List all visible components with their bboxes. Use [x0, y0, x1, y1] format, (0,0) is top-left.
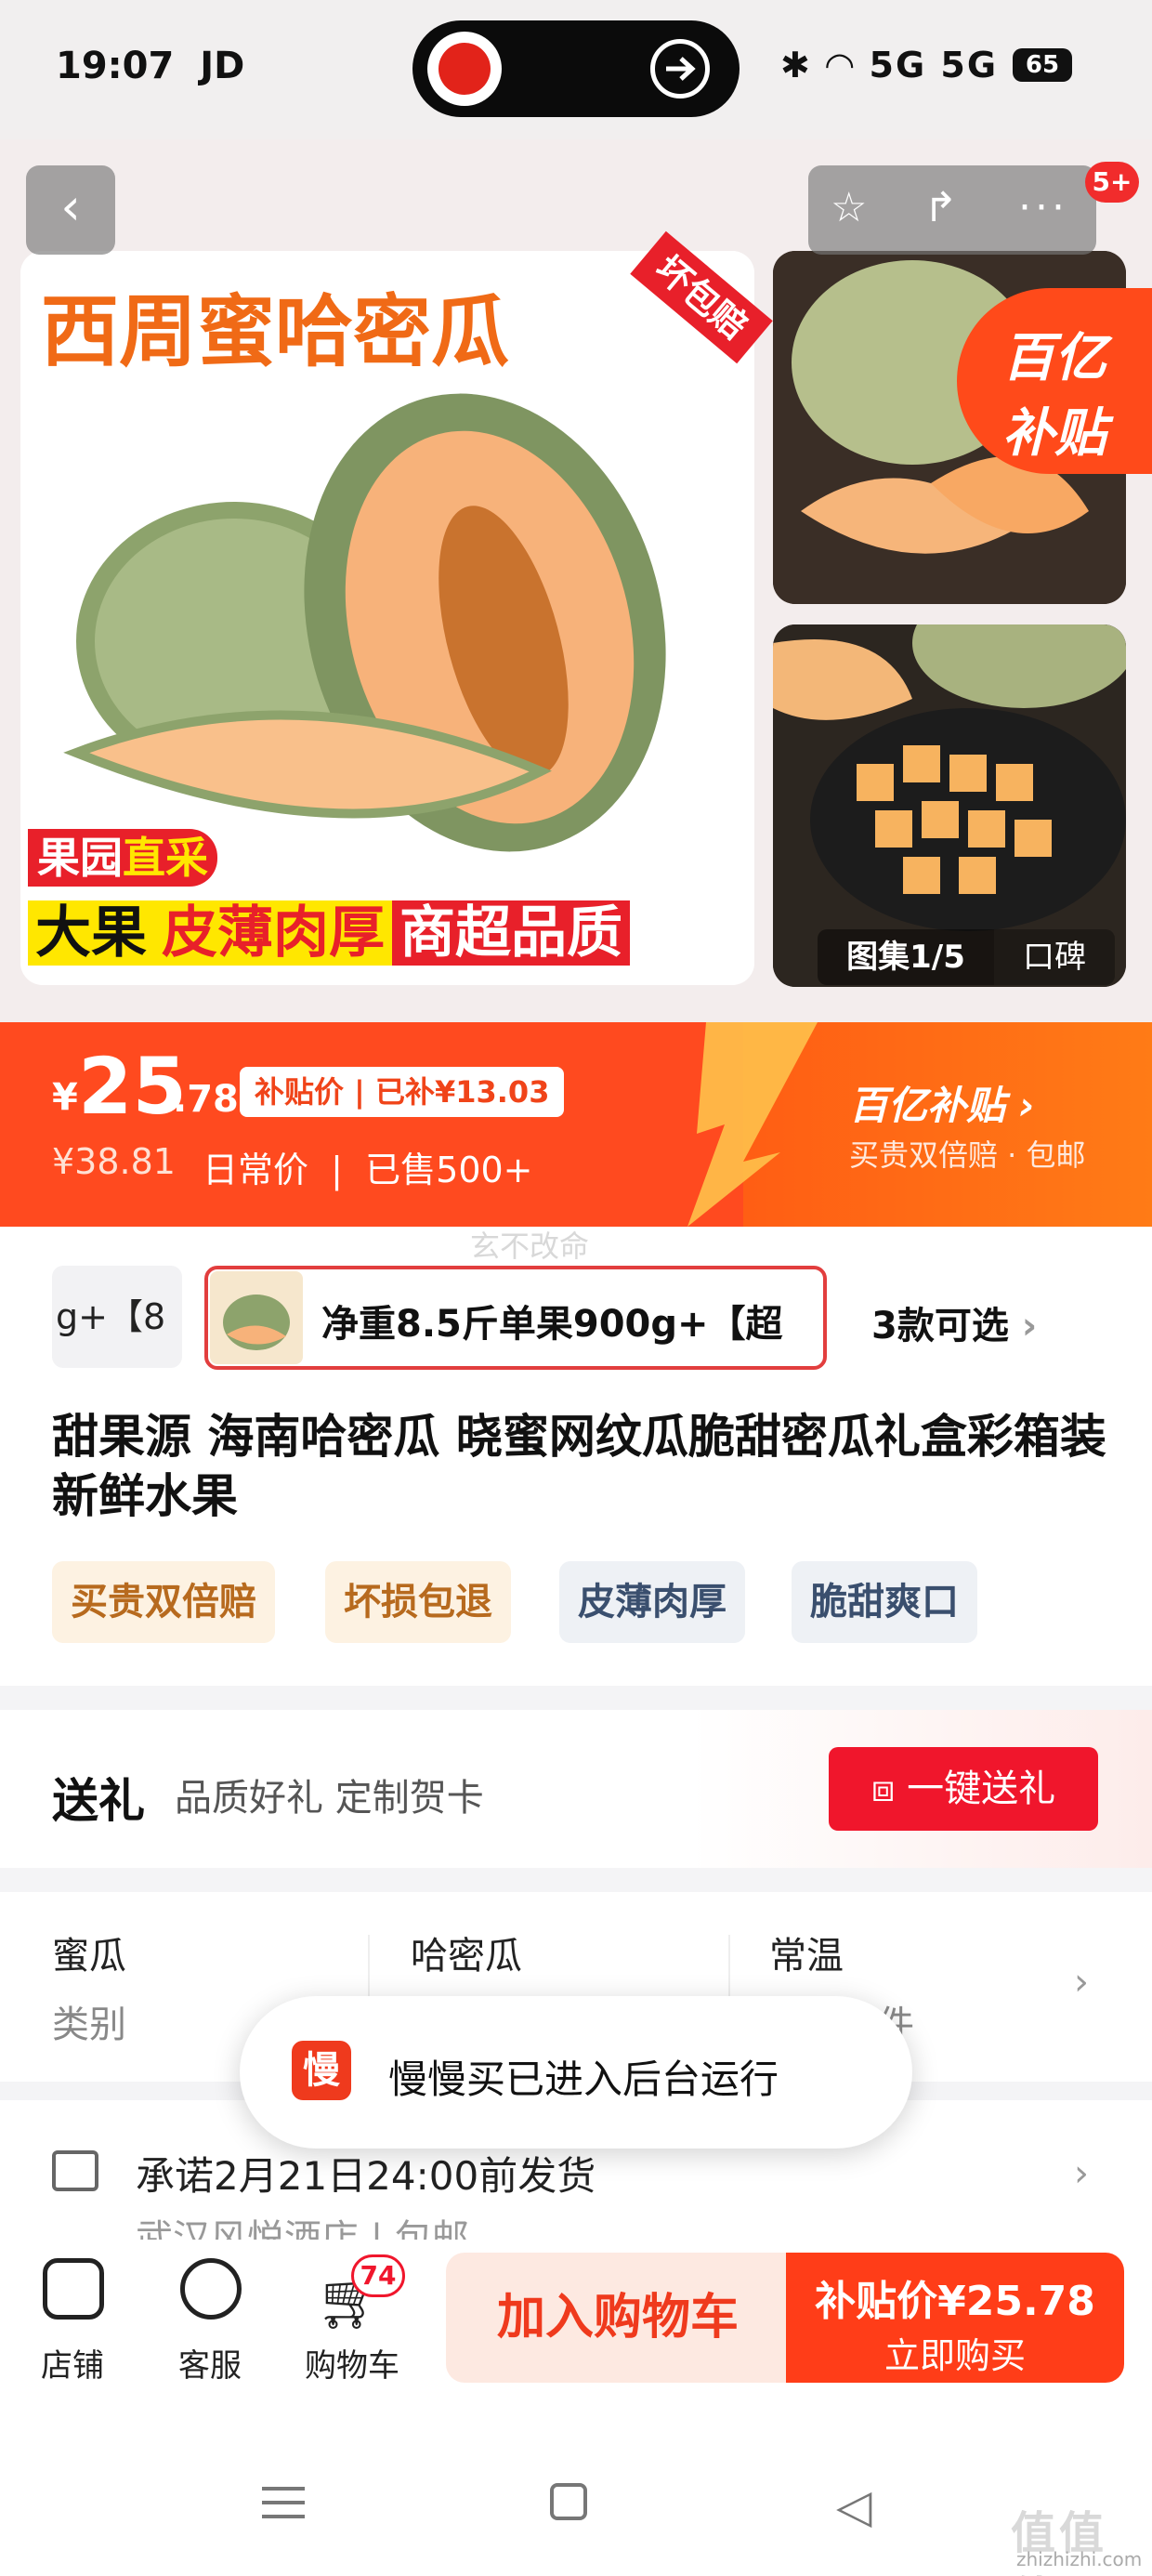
variant-thumbnail: [210, 1271, 303, 1364]
signal-icons: ✱ ◠ 5G 5G: [780, 45, 999, 85]
send-gift-button[interactable]: ⧈ 一键送礼: [829, 1747, 1098, 1831]
album-counter[interactable]: 图集1/5 口碑: [818, 929, 1124, 985]
attr-value-category: 蜜瓜: [52, 1935, 126, 1978]
status-time: 19:07 JD: [56, 45, 245, 87]
section-divider: [0, 1686, 1152, 1710]
attr-value-storage: 常温: [769, 1935, 844, 1978]
customer-service-icon[interactable]: [180, 2258, 242, 2320]
cart-label[interactable]: 购物车: [305, 2340, 399, 2385]
variant-selected-label: 净重8.5斤单果900g+【超: [321, 1303, 783, 1346]
more-icon[interactable]: ···: [1018, 184, 1068, 231]
chevron-right-icon[interactable]: ›: [1074, 2152, 1089, 2195]
recent-apps-icon[interactable]: [262, 2487, 305, 2518]
add-to-cart-button[interactable]: 加入购物车: [446, 2253, 790, 2383]
gift-icon: ⧈: [871, 1768, 908, 1810]
store-icon[interactable]: [43, 2258, 104, 2320]
main-image-headline: 西周蜜哈密瓜: [41, 286, 510, 377]
jd-mascot-icon: [439, 43, 491, 95]
customer-service-label[interactable]: 客服: [178, 2340, 242, 2385]
share-icon[interactable]: ↱: [923, 184, 958, 231]
gift-subtitle: 品质好礼 定制贺卡: [175, 1777, 484, 1820]
top-actions[interactable]: ☆ ↱ ···: [808, 165, 1096, 255]
favorite-star-icon[interactable]: ☆: [831, 184, 867, 231]
back-button[interactable]: ‹: [26, 165, 115, 255]
reviews-tab[interactable]: 口碑: [994, 929, 1115, 985]
buy-now-label: 立即购买: [884, 2335, 1026, 2376]
billion-subsidy-logo[interactable]: 百亿补贴 ›: [849, 1074, 1035, 1131]
gift-title: 送礼: [52, 1774, 145, 1828]
promo-line-2: 大果 皮薄肉厚 商超品质: [28, 892, 630, 974]
daily-price-and-sold: 日常价 | 已售500+: [203, 1150, 533, 1190]
price-decimal: .78: [173, 1078, 239, 1121]
back-triangle-icon[interactable]: ◁: [836, 2479, 871, 2533]
cart-count-badge: 74: [351, 2254, 405, 2297]
tag-damage-refund: 坏损包退: [325, 1561, 511, 1643]
delivery-truck-icon: [52, 2150, 98, 2191]
user-watermark: 玄不改命: [470, 1229, 590, 1264]
chevron-right-icon: ›: [1021, 1305, 1038, 1347]
variant-option-prev[interactable]: g+【8: [52, 1266, 182, 1368]
battery-icon: 65: [1013, 48, 1072, 82]
buy-now-price: 补贴价¥25.78: [815, 2278, 1095, 2325]
attr-key-category: 类别: [52, 2004, 126, 2046]
original-price: ¥38.81: [52, 1141, 176, 1182]
notification-badge: 5+: [1085, 162, 1139, 203]
tag-crisp-sweet: 脆甜爽口: [792, 1561, 977, 1643]
section-divider: [0, 1868, 1152, 1892]
product-title: 甜果源 海南哈密瓜 晓蜜网纹瓜脆甜密瓜礼盒彩箱装 新鲜水果: [52, 1410, 1106, 1523]
site-watermark-url: zhizhizhi.com: [1016, 2548, 1143, 2570]
tag-thin-skin: 皮薄肉厚: [559, 1561, 745, 1643]
attr-value-variety: 哈密瓜: [411, 1935, 522, 1978]
buy-now-button[interactable]: 补贴价¥25.78 立即购买: [786, 2253, 1124, 2383]
shipping-promise[interactable]: 承诺2月21日24:00前发货: [136, 2145, 596, 2201]
chevron-right-icon[interactable]: ›: [1074, 1961, 1089, 2004]
price-integer: 25: [78, 1041, 187, 1132]
tag-double-compensation: 买贵双倍赔: [52, 1561, 275, 1643]
promo-line-1: 果园直采: [28, 829, 217, 887]
store-label[interactable]: 店铺: [41, 2340, 104, 2385]
home-icon[interactable]: [550, 2483, 587, 2520]
currency-symbol: ¥: [52, 1076, 78, 1119]
subsidy-tag: 补贴价 | 已补¥13.03: [240, 1067, 565, 1117]
login-arrow-icon[interactable]: [650, 39, 710, 99]
toast-message: 慢慢买已进入后台运行: [388, 2057, 779, 2102]
variant-more[interactable]: 3款可选 ›: [871, 1295, 1037, 1349]
lightning-decoration: [687, 1022, 818, 1227]
manmanmai-app-icon: 慢: [292, 2041, 351, 2100]
billion-subsidy-badge: 百亿 补贴: [957, 288, 1152, 474]
billion-subsidy-subtitle: 买贵双倍赔 · 包邮: [849, 1137, 1086, 1173]
